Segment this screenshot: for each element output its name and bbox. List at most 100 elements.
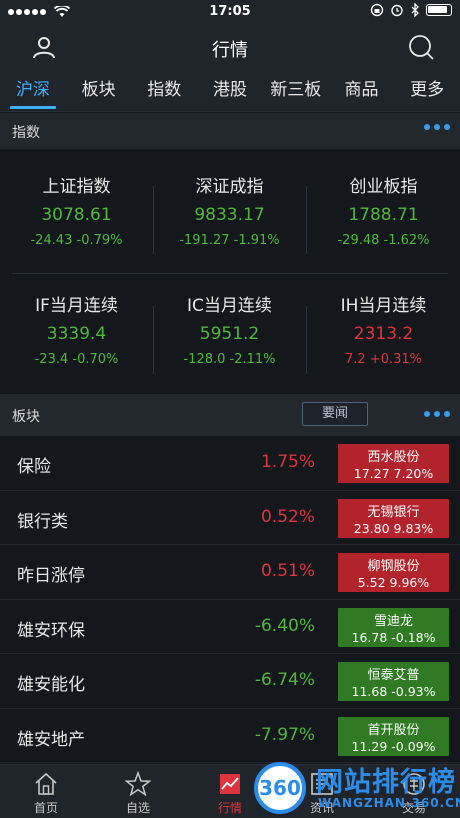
lock-rotation-icon	[370, 3, 384, 17]
index-name: IC当月连续	[187, 296, 272, 316]
index-price: 3078.61	[41, 205, 112, 225]
stock-name: 雪迪龙	[373, 613, 413, 629]
sector-name: 保险	[17, 457, 51, 477]
battery-icon	[426, 4, 452, 16]
index-price: 5951.2	[199, 324, 260, 344]
stock-info: 23.80 9.83%	[353, 520, 434, 536]
index-card[interactable]: IH当月连续 2313.2 7.2 +0.31%	[307, 291, 460, 367]
stock-name: 西水股份	[367, 450, 420, 465]
column-divider	[306, 306, 307, 374]
sector-name: 雄安地产	[17, 729, 85, 750]
leading-stock[interactable]: 西水股份 17.27 7.20%	[338, 444, 449, 483]
status-icons	[370, 3, 452, 17]
status-bar: 17:05	[0, 0, 460, 24]
index-change: -29.48 -1.62%	[337, 233, 430, 248]
sector-change: 0.51%	[260, 561, 315, 581]
stock-info: 16.78 -0.18%	[351, 629, 436, 645]
leading-stock[interactable]: 恒泰艾普 11.68 -0.93%	[338, 662, 449, 701]
sector-change: -7.97%	[254, 724, 315, 745]
tab-commodities[interactable]: 商品	[329, 70, 395, 111]
index-change: -24.43 -0.79%	[30, 233, 123, 248]
column-divider	[153, 186, 154, 254]
index-name: 深证成指	[195, 177, 264, 197]
home-icon	[35, 772, 57, 795]
stock-name: 柳钢股份	[367, 559, 420, 574]
stock-name: 首开股份	[367, 722, 420, 738]
sector-change: 0.52%	[260, 506, 315, 527]
index-name: 创业板指	[349, 177, 418, 197]
sector-row[interactable]: 雄安能化 -6.74% 恒泰艾普 11.68 -0.93%	[0, 654, 460, 709]
sector-list: 保险 1.75% 西水股份 17.27 7.20% 银行类 0.52% 无锡银行…	[0, 436, 460, 763]
row-divider	[12, 273, 448, 274]
sector-change: 1.75%	[260, 452, 315, 472]
stock-name: 无锡银行	[367, 504, 420, 520]
leading-stock[interactable]: 柳钢股份 5.52 9.96%	[338, 553, 449, 592]
sector-name: 雄安能化	[17, 675, 85, 695]
sector-row[interactable]: 保险 1.75% 西水股份 17.27 7.20%	[0, 436, 460, 491]
column-divider	[153, 306, 154, 374]
news-button[interactable]: 要闻	[302, 402, 368, 426]
sector-change: -6.74%	[254, 670, 315, 690]
watermark-title: 网站排行榜	[316, 767, 456, 798]
stock-info: 5.52 9.96%	[357, 575, 430, 590]
index-price: 9833.17	[194, 205, 265, 225]
market-tabs: 沪深 板块 指数 港股 新三板 商品 更多	[0, 70, 460, 112]
stock-info: 11.68 -0.93%	[351, 684, 436, 699]
sector-row[interactable]: 雄安地产 -7.97% 首开股份 11.29 -0.09%	[0, 708, 460, 763]
index-price: 2313.2	[353, 324, 414, 344]
watermark-badge: 360	[254, 762, 306, 814]
tab-hushen[interactable]: 沪深	[0, 70, 66, 111]
index-name: IF当月连续	[35, 296, 118, 316]
index-card[interactable]: 深证成指 9833.17 -191.27 -1.91%	[153, 172, 306, 248]
index-price: 3339.4	[46, 324, 107, 344]
index-change: -23.4 -0.70%	[34, 352, 119, 367]
leading-stock[interactable]: 雪迪龙 16.78 -0.18%	[338, 607, 449, 647]
sector-name: 昨日涨停	[17, 566, 85, 586]
stock-name: 恒泰艾普	[367, 668, 420, 683]
more-dots-icon[interactable]	[424, 411, 450, 417]
sector-row[interactable]: 银行类 0.52% 无锡银行 23.80 9.83%	[0, 490, 460, 545]
alarm-icon	[391, 4, 403, 17]
page-title: 行情	[212, 40, 248, 61]
search-icon[interactable]	[408, 34, 434, 60]
leading-stock[interactable]: 无锡银行 23.80 9.83%	[338, 498, 449, 538]
column-divider	[306, 186, 307, 254]
bottom-tab-label: 自选	[125, 801, 150, 815]
tab-sectors[interactable]: 板块	[66, 70, 132, 111]
tab-indices[interactable]: 指数	[131, 70, 197, 111]
sector-change: -6.40%	[254, 615, 315, 636]
section-title: 板块	[12, 409, 40, 425]
stock-info: 11.29 -0.09%	[351, 738, 436, 754]
more-dots-icon[interactable]	[424, 124, 450, 130]
tab-hk-stocks[interactable]: 港股	[197, 70, 263, 111]
leading-stock[interactable]: 首开股份 11.29 -0.09%	[338, 716, 449, 756]
index-change: -191.27 -1.91%	[179, 233, 280, 248]
bottom-tab-label: 首页	[33, 801, 58, 815]
top-navbar: 行情	[0, 24, 460, 70]
index-change: -128.0 -2.11%	[183, 352, 276, 367]
sectors-section-header: 板块 要闻	[0, 394, 460, 436]
sector-row[interactable]: 雄安环保 -6.40% 雪迪龙 16.78 -0.18%	[0, 599, 460, 654]
bottom-tab-home[interactable]: 首页	[0, 765, 92, 818]
sector-name: 银行类	[17, 511, 68, 532]
index-name: 上证指数	[42, 177, 111, 197]
section-title: 指数	[12, 125, 40, 141]
index-card[interactable]: IF当月连续 3339.4 -23.4 -0.70%	[0, 291, 153, 367]
index-price: 1788.71	[348, 205, 419, 225]
tab-more[interactable]: 更多	[394, 70, 460, 111]
index-card[interactable]: IC当月连续 5951.2 -128.0 -2.11%	[153, 291, 306, 367]
watermark-subtitle: WANGZHAN.360.CN	[318, 796, 460, 810]
chart-icon	[220, 774, 240, 794]
index-change: 7.2 +0.31%	[345, 352, 422, 367]
index-card[interactable]: 上证指数 3078.61 -24.43 -0.79%	[0, 172, 153, 248]
bluetooth-icon	[411, 3, 419, 17]
watermark: 360 网站排行榜 WANGZHAN.360.CN	[254, 758, 460, 818]
indices-grid: 上证指数 3078.61 -24.43 -0.79% 深证成指 9833.17 …	[0, 156, 460, 394]
index-card[interactable]: 创业板指 1788.71 -29.48 -1.62%	[307, 172, 460, 248]
stock-info: 17.27 7.20%	[353, 466, 434, 481]
bottom-tab-watchlist[interactable]: 自选	[92, 765, 184, 818]
tab-neeq[interactable]: 新三板	[263, 70, 329, 111]
sector-row[interactable]: 昨日涨停 0.51% 柳钢股份 5.52 9.96%	[0, 545, 460, 600]
indices-section-header: 指数	[0, 113, 460, 149]
star-icon	[125, 771, 151, 797]
